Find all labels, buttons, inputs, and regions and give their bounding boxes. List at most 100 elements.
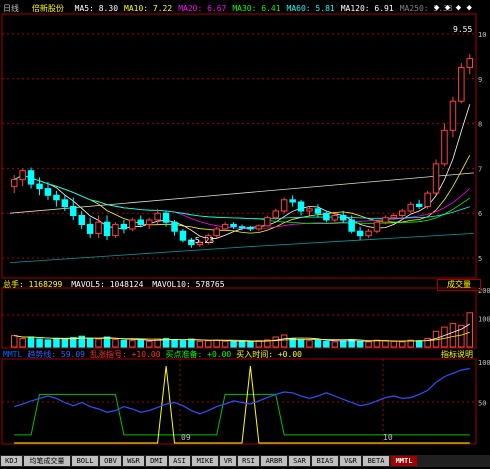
- tab-sar[interactable]: SAR: [289, 456, 310, 466]
- volume-bar: [415, 340, 423, 348]
- month-label-10: 10: [383, 433, 393, 442]
- price-axis-label: 10: [478, 31, 486, 39]
- volume-axis-label: 100: [478, 316, 490, 324]
- price-axis-label: 5: [478, 255, 482, 263]
- zoom-out-icon[interactable]: ◆: [445, 3, 450, 13]
- volume-bar: [146, 340, 153, 348]
- candle-up: [129, 219, 136, 230]
- volume-indicator-button[interactable]: 成交量: [437, 279, 481, 291]
- tab-kdj[interactable]: KDJ: [1, 456, 22, 466]
- volume-bar: [466, 312, 473, 348]
- high-price-label: 9.55: [453, 25, 473, 34]
- indicator-tabs: KDJ 均笔成交量 BOLL OBV W&R DMI ASI MIKE VR RSI ARBR SAR…: [0, 455, 490, 467]
- period-label[interactable]: 日线: [3, 4, 19, 13]
- scroll-left-icon[interactable]: ◆: [456, 3, 461, 13]
- volume-bar: [95, 338, 102, 348]
- volume-bar: [53, 337, 60, 348]
- tab-vr[interactable]: VR: [220, 456, 236, 466]
- ma120-line: [9, 172, 475, 214]
- zoom-in-icon[interactable]: ◆: [434, 3, 439, 13]
- candle-down: [297, 201, 305, 212]
- candle-up: [264, 217, 271, 227]
- indicator-value: MMTL: [3, 350, 23, 359]
- candle-up: [95, 221, 102, 234]
- ma-value: MA20: 6.67: [178, 4, 227, 13]
- candle-down: [247, 227, 254, 230]
- volume-bar: [449, 323, 457, 348]
- mavol5-label: MAVOL5: 1048124: [71, 280, 144, 289]
- volume-bar: [230, 341, 237, 348]
- chart-header: 日线 倍新股份 MA5: 8.30 MA10: 7.22 MA20: 6.67 MA3…: [3, 3, 453, 14]
- candle-up: [466, 58, 473, 69]
- tab-mmtl[interactable]: MMTL: [391, 456, 417, 466]
- volume-bar: [120, 339, 128, 348]
- volume-bar: [86, 337, 94, 348]
- volume-bar: [340, 340, 347, 348]
- tab-mike[interactable]: MIKE: [192, 456, 218, 466]
- candle-down: [289, 199, 296, 203]
- volume-bar: [280, 334, 288, 348]
- volume-bar: [112, 339, 119, 348]
- mmtl-axis-label: 100: [478, 359, 490, 367]
- tab-bias[interactable]: BIAS: [312, 456, 338, 466]
- volume-bar: [44, 339, 52, 348]
- volume-bar: [323, 340, 330, 348]
- tab-wr[interactable]: W&R: [123, 456, 144, 466]
- candle-down: [340, 215, 347, 221]
- tab-arbr[interactable]: ARBR: [261, 456, 287, 466]
- candle-down: [415, 203, 423, 208]
- volume-bar: [297, 339, 305, 348]
- volume-bar: [458, 324, 465, 348]
- tab-dmi[interactable]: DMI: [146, 456, 167, 466]
- low-price-value: 5.23: [194, 236, 215, 245]
- candle-up: [373, 221, 381, 232]
- candle-up: [458, 67, 465, 102]
- volume-bar: [441, 326, 448, 348]
- candle-up: [221, 223, 229, 230]
- candle-up: [19, 170, 26, 181]
- stock-chart[interactable]: 1098765 200100 10050: [0, 0, 490, 469]
- tab-rsi[interactable]: RSI: [238, 456, 259, 466]
- candle-up: [432, 163, 440, 194]
- candle-down: [78, 215, 85, 225]
- volume-bar: [137, 339, 144, 348]
- candle-up: [390, 215, 398, 219]
- candle-up: [146, 219, 153, 225]
- indicator-value: 买点准备: +0.00: [165, 350, 232, 359]
- candle-down: [314, 208, 322, 214]
- indicator-value: 乱涨指号: +10.00: [89, 350, 161, 359]
- buy-prep-line: [14, 393, 470, 436]
- tab-beta[interactable]: BETA: [363, 456, 389, 466]
- tab-obv[interactable]: OBV: [100, 456, 121, 466]
- ma-values: MA5: 8.30 MA10: 7.22 MA20: 6.67 MA30: 6.41 M…: [69, 4, 453, 13]
- volume-bar: [61, 339, 69, 348]
- price-axis-label: 6: [478, 210, 482, 218]
- candle-up: [424, 192, 431, 208]
- candle-up: [255, 225, 263, 230]
- candle-down: [103, 221, 111, 237]
- volume-bar: [27, 336, 35, 348]
- candle-up: [306, 208, 313, 212]
- candle-up: [441, 129, 448, 165]
- candle-down: [323, 212, 330, 221]
- candle-down: [120, 223, 128, 230]
- candle-up: [11, 179, 18, 187]
- tab-asi[interactable]: ASI: [169, 456, 190, 466]
- indicator-help-button[interactable]: 指标说明: [441, 349, 473, 360]
- price-axis-label: 9: [478, 76, 482, 84]
- candle-up: [331, 215, 339, 221]
- volume-bar: [390, 340, 398, 348]
- candle-up: [382, 217, 389, 223]
- candle-up: [365, 230, 372, 237]
- ma-value: MA30: 6.41: [232, 4, 281, 13]
- volume-total: 总手: 1168299: [3, 280, 63, 289]
- candle-down: [44, 188, 52, 196]
- month-label-09: 09: [181, 433, 191, 442]
- volume-bar: [272, 336, 279, 348]
- tab-vr[interactable]: V&R: [340, 456, 361, 466]
- volume-bar: [19, 337, 26, 348]
- tab-[interactable]: 均笔成交量: [24, 456, 70, 466]
- chart-controls: ◆ ◆ ◆ ◆: [434, 3, 472, 13]
- tab-boll[interactable]: BOLL: [72, 456, 98, 466]
- scroll-right-icon[interactable]: ◆: [467, 3, 472, 13]
